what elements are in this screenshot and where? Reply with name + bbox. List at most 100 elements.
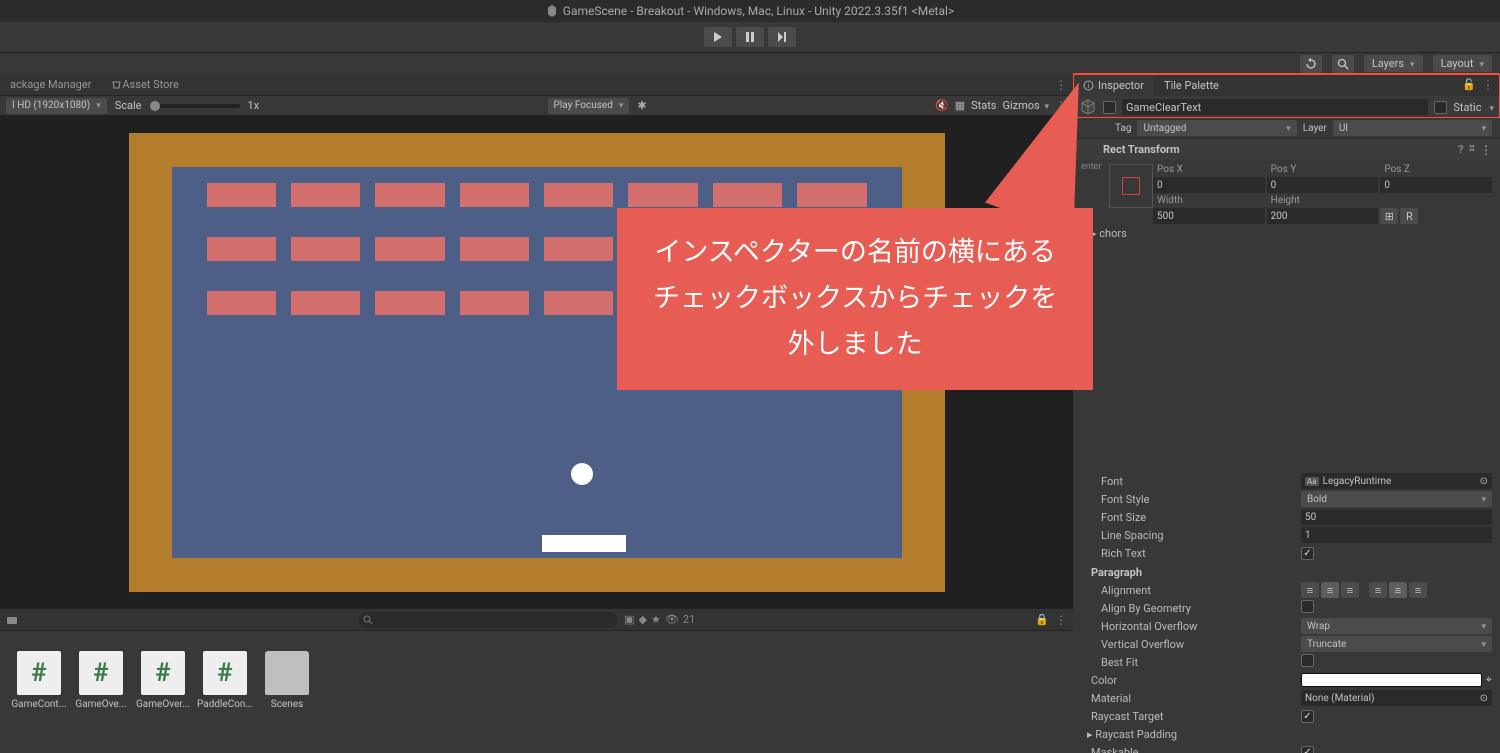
scale-label: Scale — [115, 99, 142, 112]
brick-row — [207, 183, 867, 207]
breadcrumb-icon — [6, 614, 18, 626]
raw-edit-icon[interactable]: R — [1400, 208, 1418, 224]
gameobject-name-input[interactable]: GameClearText — [1122, 99, 1428, 115]
script-icon: # — [79, 651, 123, 695]
rect-transform-header[interactable]: Rect Transform ?⎶ — [1073, 138, 1500, 160]
hidden-icon[interactable]: 👁 — [665, 613, 679, 626]
static-dropdown[interactable] — [1487, 101, 1494, 114]
asset-item[interactable]: # GameCont... — [14, 651, 64, 710]
play-button[interactable] — [704, 27, 732, 47]
tag-dropdown[interactable]: Untagged — [1137, 120, 1296, 136]
posz-input[interactable]: 0 — [1380, 177, 1492, 193]
script-icon: # — [17, 651, 61, 695]
lock-icon[interactable]: 🔒 — [1035, 613, 1049, 626]
color-field[interactable] — [1301, 673, 1482, 687]
mute-audio-icon[interactable]: 🔇 — [935, 99, 949, 112]
game-view-toolbar: I HD (1920x1080) Scale 1x Play Focused ✱… — [0, 96, 1073, 116]
best-fit-checkbox[interactable] — [1301, 654, 1314, 667]
asset-item[interactable]: # GameOver... — [138, 651, 188, 710]
play-mode-dropdown[interactable]: Play Focused — [548, 98, 630, 114]
raycast-padding-foldout[interactable]: ▸ Raycast Padding — [1087, 728, 1287, 741]
undo-history-icon[interactable] — [1300, 55, 1322, 73]
blueprint-mode-icon[interactable]: ⊞ — [1380, 208, 1398, 224]
gameobject-header: GameClearText Static — [1073, 96, 1500, 118]
panel-menu-icon[interactable] — [1482, 78, 1494, 92]
h-overflow-dropdown[interactable]: Wrap — [1301, 618, 1492, 634]
script-icon: # — [141, 651, 185, 695]
stats-button[interactable]: Stats — [971, 99, 996, 112]
asset-label: GameOver... — [135, 699, 191, 710]
layer-dropdown[interactable]: UI — [1333, 120, 1492, 136]
ball — [571, 463, 593, 485]
posy-input[interactable]: 0 — [1267, 177, 1379, 193]
height-input[interactable]: 200 — [1267, 208, 1379, 224]
paddle — [542, 535, 626, 552]
lock-icon[interactable]: 🔓 — [1462, 78, 1476, 92]
callout-line: インスペクターの名前の横にある — [653, 230, 1057, 276]
filter-by-label-icon[interactable]: ◆ — [639, 613, 647, 626]
anchors-foldout[interactable]: ▸ chors — [1091, 227, 1291, 240]
anchor-preset-button[interactable] — [1109, 164, 1153, 208]
search-icon — [363, 615, 373, 625]
help-icon[interactable]: ? — [1458, 143, 1463, 157]
callout-line: チェックボックスからチェックを — [653, 276, 1057, 322]
material-field[interactable]: None (Material)⊙ — [1301, 690, 1492, 706]
search-global-icon[interactable] — [1332, 55, 1354, 73]
resolution-dropdown[interactable]: I HD (1920x1080) — [6, 98, 107, 114]
scale-value: 1x — [248, 99, 260, 112]
component-menu-icon[interactable] — [1480, 143, 1492, 157]
game-panel-tabs: ackage Manager Asset Store — [0, 74, 1073, 96]
tab-asset-store[interactable]: Asset Store — [101, 74, 188, 95]
top-toolbar: Layers Layout — [0, 52, 1500, 74]
layers-dropdown[interactable]: Layers — [1364, 55, 1423, 72]
tab-tile-palette[interactable]: Tile Palette — [1154, 74, 1229, 96]
project-search-input[interactable] — [358, 612, 618, 628]
inspector-panel: iInspector Tile Palette 🔓 GameClearText … — [1073, 74, 1500, 753]
panel-menu-icon[interactable] — [1055, 613, 1067, 627]
preset-icon[interactable]: ⎶ — [1470, 143, 1474, 157]
eyedropper-icon[interactable]: ⌖ — [1486, 673, 1492, 687]
asset-label: PaddleCon... — [197, 699, 253, 710]
asset-item[interactable]: # PaddleCon... — [200, 651, 250, 710]
tag-layer-row: Tag Untagged Layer UI — [1073, 118, 1500, 138]
hidden-count: 21 — [683, 613, 695, 626]
raycast-target-checkbox[interactable] — [1301, 710, 1314, 723]
layout-dropdown[interactable]: Layout — [1433, 55, 1492, 72]
scale-slider[interactable] — [150, 104, 240, 108]
project-panel: ▣ ◆ ★ 👁 21 🔒 # GameCont... # GameOve... # Gam… — [0, 608, 1073, 753]
script-icon: # — [203, 651, 247, 695]
paragraph-header: Paragraph — [1073, 562, 1500, 581]
callout-line: 外しました — [653, 322, 1057, 368]
playback-controls — [0, 22, 1500, 52]
tab-package-manager[interactable]: ackage Manager — [0, 74, 101, 95]
favorite-icon[interactable]: ★ — [651, 613, 661, 626]
pause-button[interactable] — [736, 27, 764, 47]
align-geometry-checkbox[interactable] — [1301, 600, 1314, 613]
bug-icon[interactable]: ✱ — [637, 99, 646, 112]
static-label: Static — [1453, 101, 1481, 114]
font-field[interactable]: AaLegacyRuntime⊙ — [1301, 473, 1492, 489]
posx-input[interactable]: 0 — [1153, 177, 1265, 193]
layer-label: Layer — [1303, 123, 1327, 134]
asset-item[interactable]: # GameOve... — [76, 651, 126, 710]
tag-label: Tag — [1115, 123, 1131, 134]
asset-label: GameOve... — [73, 699, 129, 710]
aspect-icon[interactable]: ▦ — [955, 99, 965, 112]
folder-icon — [265, 651, 309, 695]
filter-by-type-icon[interactable]: ▣ — [624, 613, 634, 626]
static-checkbox[interactable] — [1434, 101, 1447, 114]
font-size-input[interactable]: 50 — [1301, 509, 1492, 525]
font-style-dropdown[interactable]: Bold — [1301, 491, 1492, 507]
window-title-bar: GameScene - Breakout - Windows, Mac, Lin… — [0, 0, 1500, 22]
unity-logo-icon — [546, 5, 558, 17]
asset-label: GameCont... — [11, 699, 67, 710]
line-spacing-input[interactable]: 1 — [1301, 527, 1492, 543]
maskable-checkbox[interactable] — [1301, 746, 1314, 753]
alignment-buttons[interactable]: ≡≡≡≡≡≡ — [1301, 582, 1492, 598]
v-overflow-dropdown[interactable]: Truncate — [1301, 636, 1492, 652]
asset-item[interactable]: Scenes — [262, 651, 312, 710]
step-button[interactable] — [768, 27, 796, 47]
asset-label: Scenes — [259, 699, 315, 710]
width-input[interactable]: 500 — [1153, 208, 1265, 224]
rich-text-checkbox[interactable] — [1301, 547, 1314, 560]
